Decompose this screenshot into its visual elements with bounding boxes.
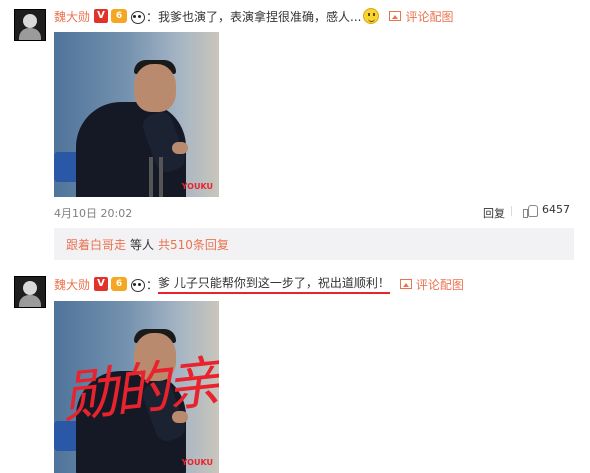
panda-badge-icon — [130, 277, 146, 292]
divider — [511, 206, 512, 216]
comment-text: 我爹也演了，表演拿捏很准确，感人... — [158, 9, 362, 24]
comment-header: 魏大勋 V 6 ： 我爹也演了，表演拿捏很准确，感人... 评论配图 — [54, 7, 454, 25]
comment-image-label: 评论配图 — [415, 277, 464, 292]
comment-header: 魏大勋 V 6 ： 爹 儿子只能帮你到这一步了，祝出道顺利！ 评论配图 — [54, 274, 464, 294]
smile-emoji-icon — [363, 8, 380, 24]
username-link[interactable]: 魏大勋 — [54, 8, 90, 25]
sub-reply-etc: 等人 — [130, 237, 155, 252]
sub-replies-box: 跟着白哥走 等人 共510条回复 — [54, 228, 574, 260]
comment-item: 魏大勋 V 6 ： 我爹也演了，表演拿捏很准确，感人... 评论配图 YOUKU… — [0, 0, 590, 262]
verified-badge-icon: V — [94, 9, 109, 23]
comment-photo[interactable]: YOUKU — [54, 32, 219, 197]
more-replies-link[interactable]: 共510条回复 — [158, 236, 229, 253]
photo-watermark: YOUKU — [181, 458, 213, 467]
avatar[interactable] — [14, 9, 46, 41]
colon: ： — [146, 9, 159, 24]
comment-photo[interactable]: 勋的亲 YOUKU — [54, 301, 219, 473]
comment-image-link[interactable]: 评论配图 — [399, 276, 464, 293]
comment-item: 魏大勋 V 6 ： 爹 儿子只能帮你到这一步了，祝出道顺利！ 评论配图 勋的亲 … — [0, 262, 590, 473]
photo-watermark: YOUKU — [181, 182, 213, 191]
verified-badge-icon: V — [94, 277, 109, 291]
username-link[interactable]: 魏大勋 — [54, 276, 90, 293]
comment-image-label: 评论配图 — [405, 9, 454, 24]
comment-image-link[interactable]: 评论配图 — [389, 8, 454, 25]
sub-reply-user-link[interactable]: 跟着白哥走 — [66, 236, 126, 253]
reply-button[interactable]: 回复 — [483, 205, 505, 221]
comment-meta: 4月10日 20:02 回复 6457 — [54, 203, 574, 221]
colon: ： — [146, 277, 159, 292]
level-badge-icon: 6 — [111, 9, 128, 23]
panda-badge-icon — [130, 9, 146, 24]
like-count: 6457 — [542, 203, 570, 216]
image-icon — [389, 11, 402, 21]
comment-date: 4月10日 20:02 — [54, 207, 133, 220]
level-badge-icon: 6 — [111, 277, 128, 291]
thumbs-up-icon — [523, 204, 538, 218]
comment-text: 爹 儿子只能帮你到这一步了，祝出道顺利！ — [158, 274, 390, 294]
like-button[interactable]: 6457 — [523, 203, 570, 218]
avatar[interactable] — [14, 276, 46, 308]
image-icon — [399, 279, 412, 289]
